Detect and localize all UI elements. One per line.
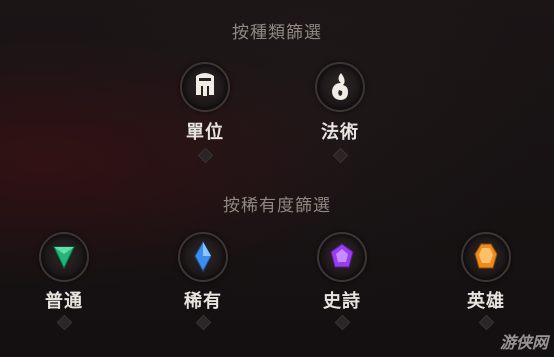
- filter-spell-button[interactable]: 法術: [295, 62, 385, 182]
- filter-epic-label: 史詩: [323, 291, 361, 312]
- rarity-filter-title: 按稀有度篩選: [223, 196, 331, 216]
- filter-spell-label: 法術: [321, 122, 359, 143]
- filter-common-button[interactable]: 普通: [19, 232, 109, 352]
- flame-icon: [315, 62, 365, 112]
- blue-gem-icon: [178, 232, 228, 282]
- common-selection-indicator: [56, 314, 73, 331]
- filter-epic-button[interactable]: 史詩: [297, 232, 387, 352]
- legendary-selection-indicator: [478, 314, 495, 331]
- watermark-logo: 游侠网: [499, 333, 548, 352]
- spell-selection-indicator: [332, 147, 349, 164]
- epic-selection-indicator: [334, 314, 351, 331]
- rare-selection-indicator: [195, 314, 212, 331]
- unit-selection-indicator: [197, 147, 214, 164]
- filter-rare-label: 稀有: [184, 291, 222, 312]
- green-gem-icon: [39, 232, 89, 282]
- helmet-icon: [180, 62, 230, 112]
- type-filter-title: 按種類篩選: [232, 23, 322, 43]
- filter-unit-label: 單位: [186, 122, 224, 143]
- filter-legendary-label: 英雄: [467, 291, 505, 312]
- filter-unit-button[interactable]: 單位: [160, 62, 250, 182]
- orange-gem-icon: [461, 232, 511, 282]
- purple-gem-icon: [317, 232, 367, 282]
- filter-common-label: 普通: [45, 291, 83, 312]
- filter-rare-button[interactable]: 稀有: [158, 232, 248, 352]
